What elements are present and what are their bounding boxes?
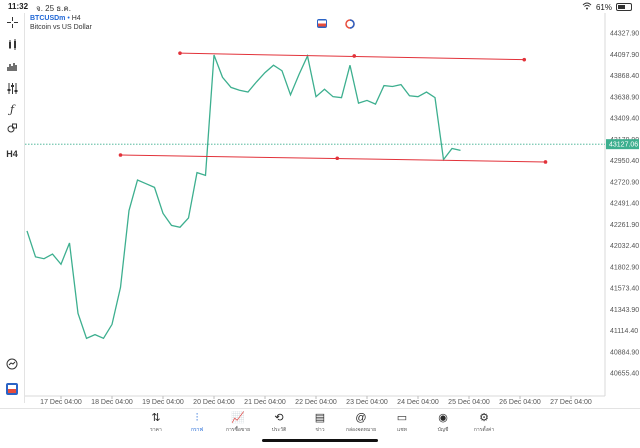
price-series-line (27, 55, 461, 338)
trade-icon: 📈 (218, 411, 258, 425)
battery-icon (616, 3, 632, 11)
trendline-anchor-point (335, 156, 339, 160)
chat-icon: ▭ (382, 411, 422, 425)
nav-item-8[interactable]: ◉บัญชี (423, 409, 463, 448)
y-tick-label: 42950.40 (610, 158, 639, 165)
x-tick-label: 24 Dec 04:00 (397, 399, 439, 406)
x-tick-label: 20 Dec 04:00 (193, 399, 235, 406)
nav-item-2[interactable]: ⫶กราฟ (177, 409, 217, 448)
y-tick-label: 43868.40 (610, 73, 639, 80)
nav-item-6[interactable]: @กล่องจดหมาย (341, 409, 381, 448)
nav-item-1[interactable]: ⇅ราคา (136, 409, 176, 448)
left-toolbar: ƒ H4 (0, 13, 25, 403)
y-tick-label: 43409.40 (610, 116, 639, 123)
trendline (180, 53, 524, 59)
y-tick-label: 40884.90 (610, 349, 639, 356)
x-tick-label: 25 Dec 04:00 (448, 399, 490, 406)
trendline-anchor-point (352, 54, 356, 58)
nav-item-4[interactable]: ⟲ประวัติ (259, 409, 299, 448)
nav-item-5[interactable]: ▤ข่าว (300, 409, 340, 448)
y-tick-label: 42261.90 (610, 222, 639, 229)
x-tick-label: 18 Dec 04:00 (91, 399, 133, 406)
bottom-navigation: ⇅ราคา⫶กราฟ📈การซื้อขาย⟲ประวัติ▤ข่าว@กล่อง… (0, 408, 640, 448)
trendline (121, 155, 546, 162)
trendline-anchor-point (119, 153, 123, 157)
y-tick-label: 43638.90 (610, 94, 639, 101)
nav-item-3[interactable]: 📈การซื้อขาย (218, 409, 258, 448)
chart-candles-icon: ⫶ (177, 411, 217, 425)
y-tick-label: 42720.90 (610, 179, 639, 186)
settings-icon: ⚙ (464, 411, 504, 425)
quotes-icon: ⇅ (136, 411, 176, 425)
function-icon[interactable]: ƒ (3, 103, 21, 117)
x-tick-label: 26 Dec 04:00 (499, 399, 541, 406)
nav-item-label: การซื้อขาย (218, 426, 258, 434)
status-time: 11:32 (8, 2, 28, 11)
x-tick-label: 21 Dec 04:00 (244, 399, 286, 406)
indicators-icon[interactable] (3, 61, 21, 75)
y-tick-label: 41802.90 (610, 264, 639, 271)
battery-percent: 61% (596, 3, 612, 12)
price-chart[interactable]: 44327.90 44097.90 43868.40 43638.90 43409.40… (25, 13, 640, 408)
status-bar: 11:32 จ. 25 ธ.ค. 61% (0, 0, 640, 13)
account-icon: ◉ (423, 411, 463, 425)
trendline-anchor-point (522, 58, 526, 62)
zoom-search-icon[interactable] (3, 358, 21, 372)
nav-item-label: บัญชี (423, 426, 463, 434)
y-tick-label: 41343.90 (610, 307, 639, 314)
nav-item-9[interactable]: ⚙การตั้งค่า (464, 409, 504, 448)
y-tick-label: 41573.40 (610, 286, 639, 293)
nav-item-label: กล่องจดหมาย (341, 426, 381, 434)
nav-item-label: การตั้งค่า (464, 426, 504, 434)
chart-type-icon[interactable] (3, 39, 21, 53)
nav-item-label: กราฟ (177, 426, 217, 434)
y-tick-label: 44327.90 (610, 31, 639, 38)
x-tick-label: 19 Dec 04:00 (142, 399, 184, 406)
nav-item-label: ประวัติ (259, 426, 299, 434)
x-tick-label: 27 Dec 04:00 (550, 399, 592, 406)
x-tick-label: 23 Dec 04:00 (346, 399, 388, 406)
x-tick-label: 17 Dec 04:00 (40, 399, 82, 406)
crosshair-icon[interactable] (3, 17, 21, 31)
y-tick-label: 42032.40 (610, 243, 639, 250)
history-icon: ⟲ (259, 411, 299, 425)
mailbox-icon: @ (341, 411, 381, 425)
timeframe-button[interactable]: H4 (3, 147, 21, 161)
trendline-anchor-point (178, 51, 182, 55)
y-tick-label: 41114.40 (610, 328, 638, 335)
current-price-label: 43127.06 (609, 142, 638, 149)
wifi-icon (582, 2, 592, 12)
y-tick-label: 42491.40 (610, 201, 639, 208)
chart-area[interactable]: BTCUSDm • H4 Bitcoin vs US Dollar 44327.… (25, 13, 640, 408)
x-tick-label: 22 Dec 04:00 (295, 399, 337, 406)
trendline-anchor-point (544, 160, 548, 164)
home-indicator[interactable] (262, 439, 378, 442)
objects-icon[interactable] (3, 123, 21, 137)
news-icon: ▤ (300, 411, 340, 425)
nav-item-label: แชท (382, 426, 422, 434)
y-tick-label: 44097.90 (610, 52, 639, 59)
nav-item-label: ราคา (136, 426, 176, 434)
status-right: 61% (582, 2, 632, 12)
one-click-trading-icon[interactable] (3, 383, 21, 397)
settings-sliders-icon[interactable] (3, 83, 21, 97)
y-tick-label: 40655.40 (610, 371, 639, 378)
nav-item-label: ข่าว (300, 426, 340, 434)
nav-item-7[interactable]: ▭แชท (382, 409, 422, 448)
